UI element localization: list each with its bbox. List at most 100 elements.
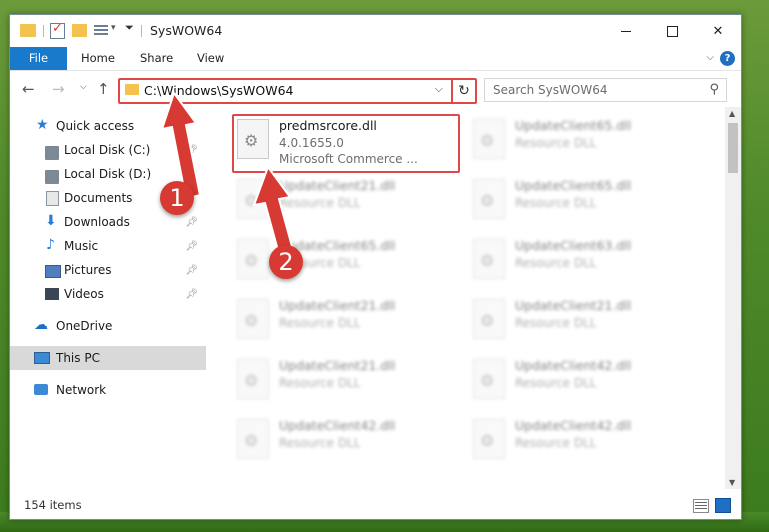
list-item[interactable]: ⚙ UpdateClient65.dll Resource DLL	[469, 173, 694, 227]
explorer-window: ▾ ⏷ SysWOW64 ✕ File Home Share View ⌵ ? …	[9, 14, 742, 520]
dll-file-icon: ⚙	[237, 359, 269, 399]
list-item[interactable]: ⚙ UpdateClient42.dll Resource DLL	[469, 413, 694, 467]
sidebar-item-label: Music	[64, 239, 99, 253]
dll-file-icon: ⚙	[473, 419, 505, 459]
folder-icon	[125, 84, 139, 95]
sidebar-item-label: Quick access	[56, 119, 135, 133]
forward-arrow-icon[interactable]: →	[52, 80, 65, 98]
sidebar-item-label: Network	[56, 383, 107, 397]
pin-icon: 📌︎	[185, 241, 198, 252]
sidebar-item-label: Videos	[64, 287, 104, 301]
search-input[interactable]: Search SysWOW64 ⚲	[484, 78, 727, 102]
computer-icon	[34, 352, 50, 364]
chevron-down-icon[interactable]: ⏷	[125, 21, 134, 35]
pictures-icon	[45, 265, 61, 278]
tab-view[interactable]: View	[197, 47, 224, 70]
sidebar-item-label: Pictures	[64, 263, 112, 277]
sidebar-item-label: Documents	[64, 191, 133, 205]
address-dropdown-icon[interactable]: ⌵	[435, 82, 443, 96]
sidebar-item-music[interactable]: ♪ Music 📌︎	[10, 234, 206, 258]
sidebar-item-pictures[interactable]: Pictures 📌︎	[10, 258, 206, 282]
drive-icon	[45, 170, 59, 184]
dll-file-icon: ⚙	[237, 299, 269, 339]
title-bar: ▾ ⏷ SysWOW64 ✕	[10, 15, 741, 47]
network-icon	[34, 384, 48, 395]
ribbon-expand-icon[interactable]: ⌵	[706, 52, 714, 63]
music-note-icon: ♪	[46, 237, 55, 253]
file-name: UpdateClient21.dll	[515, 298, 632, 313]
new-folder-icon[interactable]	[72, 24, 87, 37]
quick-access-customize-icon[interactable]: ▾	[111, 23, 116, 33]
file-name: UpdateClient63.dll	[515, 238, 632, 253]
up-arrow-icon[interactable]: ↑	[97, 80, 110, 98]
cloud-icon: ☁	[34, 317, 48, 333]
window-title: SysWOW64	[150, 23, 223, 38]
file-type: Resource DLL	[515, 316, 597, 330]
file-type: Resource DLL	[515, 436, 597, 450]
item-count: 154 items	[24, 498, 82, 512]
pin-icon: 📌︎	[185, 289, 198, 300]
list-item[interactable]: ⚙ UpdateClient63.dll Resource DLL	[469, 233, 694, 287]
properties-check-icon[interactable]	[50, 21, 65, 39]
maximize-button[interactable]	[649, 15, 695, 47]
download-arrow-icon: ⬇	[45, 213, 57, 229]
help-icon[interactable]: ?	[720, 51, 735, 66]
back-arrow-icon[interactable]: ←	[22, 80, 35, 98]
toolbar-divider	[43, 25, 44, 37]
pin-icon: 📌︎	[185, 265, 198, 276]
list-item[interactable]: ⚙ UpdateClient21.dll Resource DLL	[233, 293, 458, 347]
dll-file-icon: ⚙	[473, 119, 505, 159]
file-type: Resource DLL	[279, 316, 361, 330]
vertical-scrollbar[interactable]: ▲ ▼	[725, 107, 741, 489]
tab-share[interactable]: Share	[140, 47, 173, 70]
properties-icon[interactable]	[94, 23, 108, 37]
dll-file-icon: ⚙	[237, 419, 269, 459]
sidebar-item-network[interactable]: Network	[10, 378, 206, 402]
recent-locations-icon[interactable]: ⌵	[80, 82, 87, 92]
file-type: Resource DLL	[279, 436, 361, 450]
star-icon: ★	[36, 117, 49, 133]
title-divider	[141, 25, 142, 37]
dll-file-icon: ⚙	[473, 359, 505, 399]
tiles-view-icon[interactable]	[715, 498, 731, 513]
dll-file-icon: ⚙	[473, 239, 505, 279]
pin-icon: 📌︎	[185, 217, 198, 228]
file-name: UpdateClient42.dll	[279, 418, 396, 433]
list-item[interactable]: ⚙ UpdateClient65.dll Resource DLL	[469, 113, 694, 167]
file-name: UpdateClient42.dll	[515, 358, 632, 373]
sidebar-item-videos[interactable]: Videos 📌︎	[10, 282, 206, 306]
sidebar-item-label: Downloads	[64, 215, 130, 229]
sidebar-item-onedrive[interactable]: ☁ OneDrive	[10, 314, 206, 338]
sidebar-item-label: Local Disk (C:)	[64, 143, 151, 157]
minimize-button[interactable]	[603, 15, 649, 47]
tab-file[interactable]: File	[10, 47, 67, 70]
file-name: UpdateClient42.dll	[515, 418, 632, 433]
close-button[interactable]: ✕	[695, 15, 741, 47]
navigation-bar: ← → ⌵ ↑ C:\Windows\SysWOW64 ⌵ ↻ Search S…	[10, 71, 741, 107]
ribbon-tabs: File Home Share View ⌵ ?	[10, 47, 741, 71]
status-bar: 154 items	[10, 491, 741, 519]
step-2-badge: 2	[269, 245, 303, 279]
sidebar-item-this-pc[interactable]: This PC	[10, 346, 206, 370]
list-item[interactable]: ⚙ UpdateClient21.dll Resource DLL	[233, 353, 458, 407]
list-item[interactable]: ⚙ UpdateClient21.dll Resource DLL	[469, 293, 694, 347]
search-icon[interactable]: ⚲	[709, 82, 719, 97]
dll-file-icon: ⚙	[473, 299, 505, 339]
scroll-down-icon[interactable]: ▼	[729, 478, 735, 487]
dll-file-icon: ⚙	[473, 179, 505, 219]
file-name: UpdateClient65.dll	[515, 178, 632, 193]
list-item[interactable]: ⚙ UpdateClient42.dll Resource DLL	[233, 413, 458, 467]
sidebar-item-label: OneDrive	[56, 319, 113, 333]
folder-icon	[20, 24, 36, 37]
scroll-up-icon[interactable]: ▲	[729, 109, 735, 118]
details-view-icon[interactable]	[693, 499, 709, 513]
tab-home[interactable]: Home	[81, 47, 115, 70]
drive-icon	[45, 146, 59, 160]
scrollbar-thumb[interactable]	[728, 123, 738, 173]
file-type: Resource DLL	[279, 376, 361, 390]
sidebar-item-label: This PC	[56, 351, 100, 365]
videos-icon	[45, 288, 59, 300]
file-name: UpdateClient21.dll	[279, 298, 396, 313]
refresh-button[interactable]: ↻	[451, 78, 477, 104]
list-item[interactable]: ⚙ UpdateClient42.dll Resource DLL	[469, 353, 694, 407]
